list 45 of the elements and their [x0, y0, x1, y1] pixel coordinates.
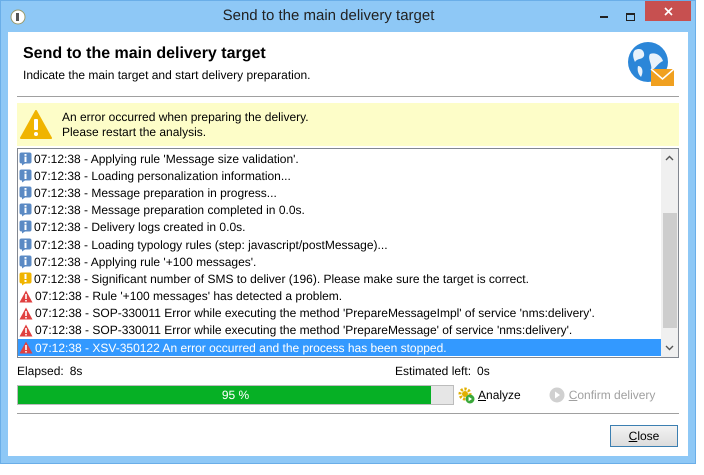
log-row[interactable]: 07:12:38 - SOP-330011 Error while executing the method 'PrepareMessageImpl' of service 'nms:delivery'. [18, 304, 661, 322]
close-icon [664, 6, 672, 16]
log-row[interactable]: 07:12:38 - Applying rule '+100 messages'. [18, 253, 661, 270]
warning-icon [20, 110, 52, 139]
info-icon [19, 152, 32, 166]
log-row[interactable]: 07:12:38 - Applying rule 'Message size validation'. [18, 150, 661, 168]
scrollbar[interactable] [661, 149, 678, 357]
log-row[interactable]: 07:12:38 - SOP-330011 Error while executing the method 'PrepareMessage' of service 'nms:delivery'. [18, 322, 661, 340]
info-icon [19, 186, 32, 200]
progress-reading: 95 % [220, 387, 250, 404]
elapsed-value: 8s [70, 363, 82, 380]
log-row[interactable]: 07:12:38 - Rule '+100 messages' has detected a problem. [18, 288, 661, 305]
scroll-up-icon [665, 155, 674, 161]
log-row[interactable]: 07:12:38 - Significant number of SMS to deliver (196). Please make sure the target is correct. [18, 270, 661, 288]
warning-text: An error occurred when preparing the delivery. [62, 110, 309, 124]
dialog-subtitle: Indicate the main target and start delivery preparation. [22, 67, 312, 84]
play-icon [548, 387, 565, 403]
log-row[interactable]: 07:12:38 - Message preparation in progress... [18, 184, 661, 202]
scroll-down-icon [665, 345, 674, 351]
close-window-button[interactable] [645, 1, 691, 21]
info-icon [19, 238, 32, 252]
error-icon [19, 306, 33, 320]
error-icon [19, 290, 33, 303]
log-row[interactable]: 07:12:38 - Message preparation completed in 0.0s. [18, 202, 661, 219]
close-button[interactable]: Close [610, 425, 678, 447]
elapsed-label: Elapsed: [17, 363, 64, 380]
error-icon [19, 341, 33, 354]
warning-icon [19, 272, 32, 286]
log-row[interactable]: 07:12:38 - Loading typology rules (step: javascript/postMessage)... [18, 236, 661, 254]
analyze-button[interactable]: Analyze [458, 386, 521, 404]
warning-text: Please restart the analysis. [62, 124, 208, 140]
estimated-value: 0s [477, 363, 490, 380]
gear-play-icon [458, 386, 475, 404]
info-icon [19, 168, 32, 183]
globe-envelope-icon [625, 41, 675, 87]
window-title: Send to the main delivery target [222, 6, 436, 26]
app-icon [10, 8, 26, 24]
error-icon [19, 324, 33, 337]
info-icon [19, 220, 32, 234]
dialog-heading: Send to the main delivery target [22, 44, 267, 64]
info-icon [19, 254, 32, 269]
log-row[interactable]: 07:12:38 - Delivery logs created in 0.0s. [18, 218, 661, 236]
estimated-label: Estimated left: [395, 363, 472, 380]
info-icon [19, 203, 32, 218]
log-row[interactable]: 07:12:38 - Loading personalization information... [18, 167, 661, 184]
